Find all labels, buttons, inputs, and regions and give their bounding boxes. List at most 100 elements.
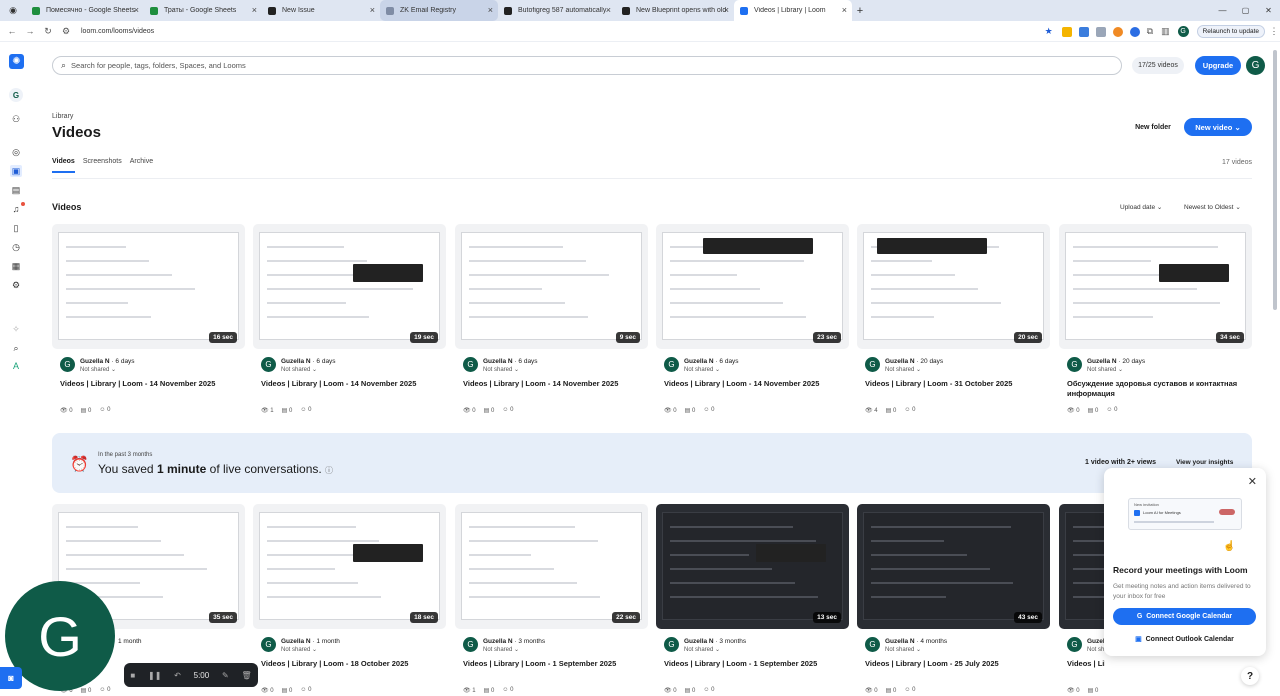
author-avatar[interactable]: G (60, 357, 75, 372)
workspace-avatar[interactable]: G (9, 88, 23, 102)
stop-icon[interactable]: ■ (130, 671, 135, 680)
author-name[interactable]: Guzella N (684, 358, 714, 365)
share-status[interactable]: Not shared ⌄ (281, 646, 317, 653)
author-avatar[interactable]: G (865, 637, 880, 652)
video-thumbnail[interactable]: 9 sec (455, 224, 648, 349)
back-icon[interactable]: ← (3, 26, 21, 36)
author-name[interactable]: Guzella N (1087, 358, 1117, 365)
author-name[interactable]: Guzella N (483, 638, 513, 645)
author-avatar[interactable]: G (261, 357, 276, 372)
relaunch-button[interactable]: Relaunch to update (1196, 25, 1265, 38)
tab-screenshots[interactable]: Screenshots (83, 158, 122, 173)
sparkle-icon[interactable]: ✧ (10, 323, 22, 335)
close-window-icon[interactable]: ✕ (1257, 6, 1280, 15)
new-tab-button[interactable]: + (852, 5, 868, 17)
loom-extension-tab-icon[interactable]: ◙ (0, 667, 22, 689)
bookmark-icon[interactable]: ▯ (10, 222, 22, 234)
browser-tab[interactable]: Помесячно - Google Sheets × (26, 0, 144, 21)
help-button[interactable]: ? (1241, 667, 1259, 685)
video-thumbnail[interactable]: 13 sec (656, 504, 849, 629)
video-title[interactable]: Videos | Library | Loom - 14 November 20… (463, 379, 643, 389)
site-info-icon[interactable]: ⚙ (57, 26, 75, 37)
sidepanel-icon[interactable]: ▥ (1161, 26, 1170, 37)
video-card[interactable]: 23 sec G Guzella N · 6 days Not shared ⌄ Vid… (656, 224, 849, 420)
browser-tab[interactable]: Butofigreg 587 automatically × (498, 0, 616, 21)
minimize-icon[interactable]: — (1211, 6, 1234, 15)
video-thumbnail[interactable] (1059, 504, 1105, 629)
video-card[interactable]: 20 sec G Guzella N · 20 days Not shared ⌄ Vi… (857, 224, 1050, 420)
info-icon[interactable]: ⓘ (325, 466, 333, 475)
home-icon[interactable]: ◎ (10, 146, 22, 158)
search-icon[interactable]: ⌕ (10, 342, 22, 354)
close-icon[interactable]: ✕ (1248, 475, 1257, 488)
video-card[interactable]: 34 sec G Guzella N · 20 days Not shared ⌄ Об… (1059, 224, 1252, 420)
browser-menu-icon[interactable]: ⋮ (1268, 26, 1280, 37)
share-status[interactable]: Not shared ⌄ (1087, 366, 1123, 373)
video-quota-badge[interactable]: 17/25 videos (1132, 57, 1184, 74)
video-title[interactable]: Videos | Library | Loom - 25 July 2025 (865, 659, 1045, 669)
video-title[interactable]: Videos | Library | Loom - 1 September 20… (664, 659, 844, 669)
video-title[interactable]: Videos | Library | Loom - 18 October 202… (261, 659, 441, 669)
extension-icon[interactable] (1061, 26, 1072, 37)
video-thumbnail[interactable]: 23 sec (656, 224, 849, 349)
video-card[interactable]: 19 sec G Guzella N · 6 days Not shared ⌄ Vid… (253, 224, 446, 420)
video-title[interactable]: Videos | Library | Loom - 1 September 20… (463, 659, 643, 669)
extension-icon[interactable] (1112, 26, 1123, 37)
maximize-icon[interactable]: ▢ (1234, 6, 1257, 15)
tab-search-icon[interactable]: ◉ (0, 0, 26, 21)
video-card[interactable]: 43 sec G Guzella N · 4 months Not shared ⌄ V… (857, 504, 1050, 696)
gift-icon[interactable]: ▦ (10, 260, 22, 272)
share-status[interactable]: Not shared ⌄ (684, 646, 720, 653)
author-name[interactable]: Guzella N (1087, 638, 1105, 645)
user-avatar[interactable]: G (1246, 56, 1265, 75)
video-card[interactable]: 22 sec G Guzella N · 3 months Not shared ⌄ V… (455, 504, 648, 696)
video-title[interactable]: Videos | Library | Loom - 25 July 2025 (1067, 659, 1105, 669)
share-status[interactable]: Not shared ⌄ (885, 366, 921, 373)
meetings-icon[interactable]: ▤ (10, 184, 22, 196)
tab-archive[interactable]: Archive (130, 158, 153, 173)
share-status[interactable]: Not shared ⌄ (1087, 646, 1105, 653)
share-status[interactable]: Not shared ⌄ (80, 366, 116, 373)
author-avatar[interactable]: G (1067, 357, 1082, 372)
browser-tab[interactable]: Videos | Library | Loom × (734, 0, 852, 21)
video-card[interactable]: 13 sec G Guzella N · 3 months Not shared ⌄ V… (656, 504, 849, 696)
author-name[interactable]: Guzella N (281, 638, 311, 645)
author-avatar[interactable]: G (1067, 637, 1082, 652)
page-scrollbar[interactable] (1272, 44, 1278, 694)
video-card[interactable]: 9 sec G Guzella N · 6 days Not shared ⌄ Vide… (455, 224, 648, 420)
browser-profile-avatar[interactable]: G (1177, 26, 1189, 37)
tab-close-icon[interactable]: × (488, 5, 493, 15)
draw-icon[interactable]: ✎ (222, 671, 229, 680)
restart-icon[interactable]: ↶ (174, 671, 181, 680)
scrollbar-thumb[interactable] (1273, 50, 1277, 310)
video-card[interactable]: 18 sec G Guzella N · 1 month Not shared ⌄ Vi… (253, 504, 446, 696)
author-name[interactable]: Guzella N (483, 358, 513, 365)
video-title[interactable]: Videos | Library | Loom - 14 November 20… (664, 379, 844, 389)
tab-close-icon[interactable]: × (370, 5, 375, 15)
tab-close-icon[interactable]: × (606, 5, 611, 15)
author-avatar[interactable]: G (664, 357, 679, 372)
tab-close-icon[interactable]: × (252, 5, 257, 15)
upgrade-button[interactable]: Upgrade (1195, 56, 1241, 75)
tab-close-icon[interactable]: × (724, 5, 729, 15)
tab-close-icon[interactable]: × (134, 5, 139, 15)
tab-close-icon[interactable]: × (842, 5, 847, 15)
share-status[interactable]: Not shared ⌄ (684, 366, 720, 373)
connect-google-calendar-button[interactable]: G Connect Google Calendar (1113, 608, 1256, 625)
video-thumbnail[interactable]: 22 sec (455, 504, 648, 629)
bookmark-star-icon[interactable]: ★ (1045, 26, 1053, 37)
search-input[interactable] (71, 61, 972, 70)
reload-icon[interactable]: ↻ (39, 26, 57, 37)
extension-icon[interactable] (1129, 26, 1140, 37)
loom-logo-icon[interactable]: ✺ (9, 54, 24, 69)
video-thumbnail[interactable]: 16 sec (52, 224, 245, 349)
new-folder-button[interactable]: New folder (1128, 119, 1178, 136)
view-insights-link[interactable]: View your insights (1176, 459, 1233, 466)
video-title[interactable]: Обсуждение здоровья суставов и контактна… (1067, 379, 1247, 399)
browser-tab[interactable]: New Issue × (262, 0, 380, 21)
extension-icon[interactable] (1095, 26, 1106, 37)
video-thumbnail[interactable]: 20 sec (857, 224, 1050, 349)
add-member-icon[interactable]: ⚇ (10, 113, 22, 125)
pause-icon[interactable]: ❚❚ (148, 671, 161, 680)
author-name[interactable]: Guzella N (885, 638, 915, 645)
